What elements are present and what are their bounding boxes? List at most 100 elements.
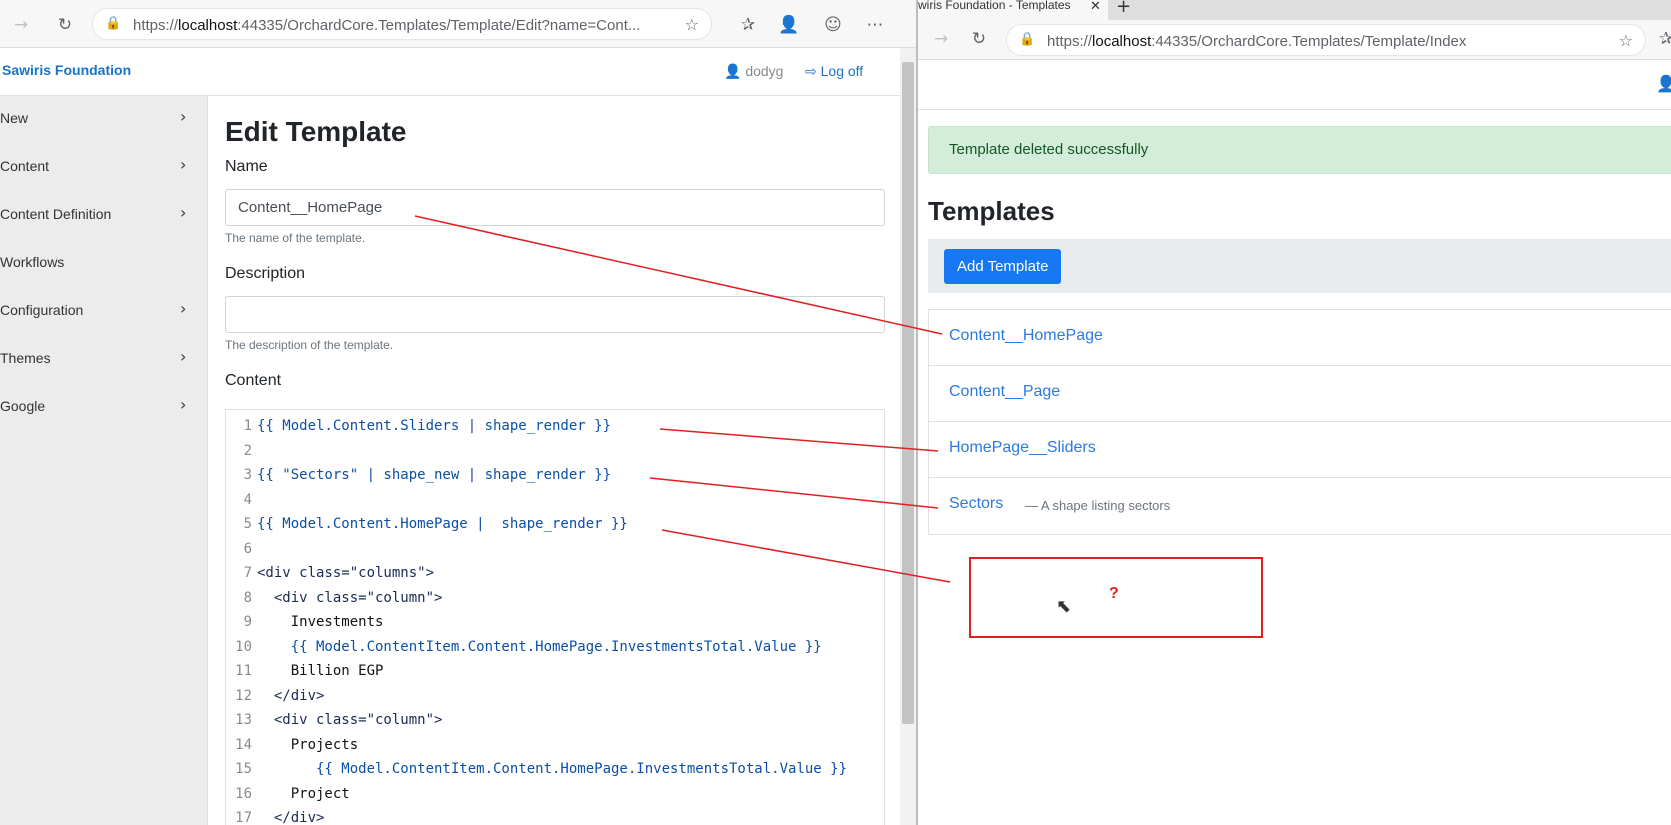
emoji-feedback-icon[interactable]: ☺ (820, 12, 846, 38)
code-line[interactable]: 12 </div> (226, 684, 884, 708)
profile-icon[interactable]: 👤 (776, 12, 802, 38)
code-line[interactable]: 10 {{ Model.ContentItem.Content.HomePage… (226, 635, 884, 659)
page-title: Edit Template (225, 116, 407, 147)
scrollbar-thumb[interactable] (902, 62, 914, 724)
lock-icon: 🔒 (105, 16, 122, 31)
line-number: 1 (243, 418, 252, 434)
template-description: — A shape listing sectors (1025, 498, 1171, 513)
code-text: <div class="columns"> (257, 565, 435, 581)
line-number: 6 (243, 540, 252, 557)
refresh-icon[interactable]: ↻ (966, 26, 992, 52)
favorite-star-icon[interactable]: ☆ (1619, 31, 1633, 50)
template-list-item: HomePage__Sliders (929, 422, 1671, 478)
lock-icon: 🔒 (1019, 32, 1036, 47)
sidebar-item-label: Workflows (0, 254, 65, 270)
user-menu[interactable]: 👤 dodyg (724, 63, 783, 80)
mouse-cursor-icon: ⬉ (1056, 596, 1072, 617)
code-line[interactable]: 9 Investments (226, 610, 884, 634)
line-number: 4 (243, 491, 252, 508)
code-line[interactable]: 5 {{ Model.Content.HomePage | shape_rende… (226, 512, 884, 536)
forward-icon[interactable]: → (8, 12, 34, 38)
code-line[interactable]: 8 <div class="column"> (226, 586, 884, 610)
code-line[interactable]: 7 <div class="columns"> (226, 561, 884, 585)
screen: → ↻ 🔒 https://localhost:44335/OrchardCor… (0, 0, 1671, 825)
sidebar-item-content[interactable]: Content › (0, 144, 207, 192)
code-line[interactable]: 14 Projects (226, 733, 884, 757)
sidebar-item-label: Content (0, 158, 50, 174)
logoff-icon: ⇨ (805, 63, 817, 79)
line-number: 15 (235, 761, 252, 777)
user-icon[interactable]: 👤 (1656, 74, 1671, 93)
add-template-button[interactable]: Add Template (944, 249, 1062, 284)
sidebar-item-google[interactable]: Google › (0, 384, 207, 432)
sidebar-item-content-definition[interactable]: Content Definition › (0, 192, 207, 240)
chevron-right-icon: › (180, 347, 187, 366)
favorites-icon[interactable]: ✰ (735, 12, 761, 38)
template-link[interactable]: Sectors (949, 495, 1003, 513)
logoff-link[interactable]: ⇨ Log off (805, 63, 863, 80)
template-link[interactable]: HomePage__Sliders (949, 439, 1096, 457)
code-text: Billion EGP (257, 663, 384, 679)
browser-toolbar: → ↻ 🔒 https://localhost:44335/OrchardCor… (0, 0, 916, 48)
new-tab-icon[interactable]: + (1116, 0, 1131, 17)
code-editor[interactable]: 1 {{ Model.Content.Sliders | shape_render… (225, 409, 885, 825)
line-number: 13 (235, 712, 252, 728)
code-text: Investments (257, 614, 384, 630)
code-line[interactable]: 4 (226, 488, 884, 512)
favorite-star-icon[interactable]: ☆ (685, 15, 699, 34)
refresh-icon[interactable]: ↻ (52, 12, 78, 38)
code-text: {{ "Sectors" | shape_new | shape_render … (257, 467, 612, 483)
tab-templates[interactable]: wiris Foundation - Templates ✕ (918, 0, 1108, 20)
code-line[interactable]: 16 Project (226, 782, 884, 806)
line-number: 5 (243, 516, 252, 532)
url-text: https://localhost:44335/OrchardCore.Temp… (133, 17, 641, 34)
logoff-label: Log off (820, 63, 864, 79)
description-label: Description (225, 265, 306, 282)
sidebar-item-new[interactable]: New › (0, 96, 207, 144)
page-scrollbar[interactable] (900, 48, 916, 825)
sidebar-item-label: Google (0, 398, 46, 414)
code-line[interactable]: 17 </div> (226, 806, 884, 825)
code-line[interactable]: 15 {{ Model.ContentItem.Content.HomePage… (226, 757, 884, 781)
address-bar[interactable]: 🔒 https://localhost:44335/OrchardCore.Te… (92, 8, 712, 40)
forward-icon[interactable]: → (928, 26, 954, 52)
name-input[interactable] (225, 189, 885, 226)
code-text: </div> (257, 810, 325, 825)
brand-link[interactable]: Sawiris Foundation (2, 62, 131, 78)
code-line[interactable]: 6 (226, 537, 884, 561)
template-link[interactable]: Content__Page (949, 383, 1060, 401)
tab-strip: wiris Foundation - Templates ✕ + (918, 0, 1671, 20)
edit-template-window: → ↻ 🔒 https://localhost:44335/OrchardCor… (0, 0, 916, 825)
sidebar-item-workflows[interactable]: Workflows (0, 240, 207, 288)
templates-window: wiris Foundation - Templates ✕ + → ↻ 🔒 h… (916, 0, 1671, 825)
template-link[interactable]: Content__HomePage (949, 327, 1103, 345)
name-label: Name (225, 158, 268, 175)
code-text: </div> (257, 687, 325, 704)
sidebar-item-configuration[interactable]: Configuration › (0, 288, 207, 336)
description-input[interactable] (225, 296, 885, 333)
sidebar-item-themes[interactable]: Themes › (0, 336, 207, 384)
code-line[interactable]: 1 {{ Model.Content.Sliders | shape_render… (226, 414, 884, 438)
code-line[interactable]: 2 (226, 439, 884, 463)
template-list: Content__HomePage Content__Page HomePage__… (928, 309, 1671, 535)
name-hint: The name of the template. (225, 231, 366, 245)
code-text: Projects (257, 736, 359, 753)
code-line[interactable]: 13 <div class="column"> (226, 708, 884, 732)
close-tab-icon[interactable]: ✕ (1090, 0, 1101, 14)
user-icon: 👤 (724, 63, 742, 79)
code-text: {{ Model.ContentItem.Content.HomePage.In… (257, 638, 822, 655)
favorites-icon[interactable]: ✰ (1653, 26, 1671, 52)
site-header: 👤 (918, 60, 1671, 110)
code-text: {{ Model.ContentItem.Content.HomePage.In… (257, 761, 848, 777)
page-title: Templates (928, 196, 1055, 226)
template-list-item: Sectors — A shape listing sectors (929, 478, 1671, 534)
address-bar[interactable]: 🔒 https://localhost:44335/OrchardCore.Te… (1006, 24, 1646, 56)
code-line[interactable]: 3 {{ "Sectors" | shape_new | shape_render… (226, 463, 884, 487)
code-line[interactable]: 11 Billion EGP (226, 659, 884, 683)
alert-text: Template deleted successfully (949, 141, 1149, 158)
line-number: 10 (235, 638, 252, 655)
code-text: {{ Model.Content.Sliders | shape_render … (257, 418, 612, 434)
description-hint: The description of the template. (225, 338, 394, 352)
more-options-icon[interactable]: ⋯ (862, 12, 888, 38)
code-text: <div class="column"> (257, 589, 443, 606)
